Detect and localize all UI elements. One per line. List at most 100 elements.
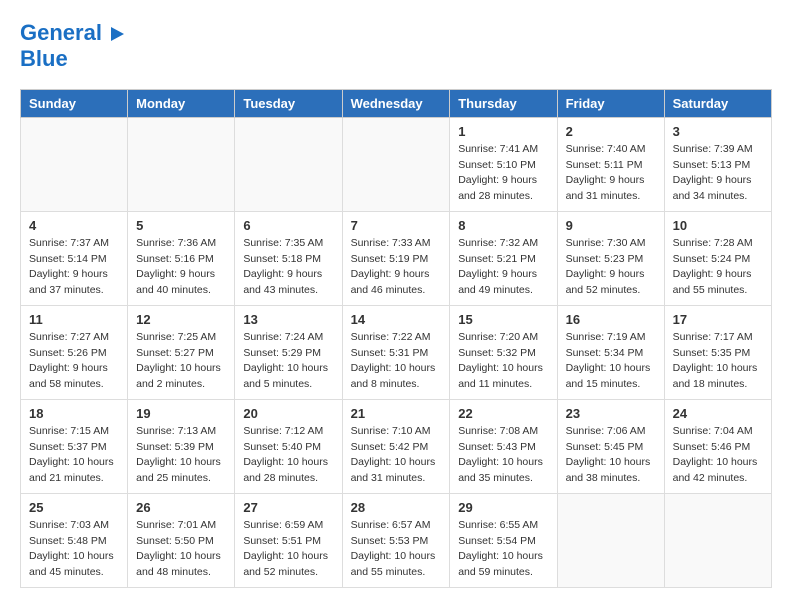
day-cell-29: 29Sunrise: 6:55 AM Sunset: 5:54 PM Dayli…: [450, 493, 557, 587]
day-info: Sunrise: 7:27 AM Sunset: 5:26 PM Dayligh…: [29, 330, 119, 393]
day-number: 17: [673, 312, 763, 327]
logo: General Blue: [20, 20, 124, 73]
calendar-header-row: SundayMondayTuesdayWednesdayThursdayFrid…: [21, 89, 772, 117]
day-info: Sunrise: 7:01 AM Sunset: 5:50 PM Dayligh…: [136, 518, 226, 581]
day-number: 11: [29, 312, 119, 327]
day-info: Sunrise: 7:35 AM Sunset: 5:18 PM Dayligh…: [243, 236, 333, 299]
weekday-header-monday: Monday: [128, 89, 235, 117]
week-row-3: 11 Sunrise: 7:27 AM Sunset: 5:26 PM Dayli…: [21, 305, 772, 399]
day-number: 23: [566, 406, 656, 421]
day-cell-10: 10 Sunrise: 7:28 AM Sunset: 5:24 PM Dayli…: [664, 211, 771, 305]
day-cell-1: 1 Sunrise: 7:41 AM Sunset: 5:10 PM Daylig…: [450, 117, 557, 211]
day-info: Sunrise: 7:25 AM Sunset: 5:27 PM Dayligh…: [136, 330, 226, 393]
weekday-header-wednesday: Wednesday: [342, 89, 450, 117]
day-number: 18: [29, 406, 119, 421]
day-info: Sunrise: 7:08 AM Sunset: 5:43 PM Dayligh…: [458, 424, 548, 487]
week-row-1: 1 Sunrise: 7:41 AM Sunset: 5:10 PM Daylig…: [21, 117, 772, 211]
logo-general: General: [20, 20, 102, 45]
day-cell-15: 15 Sunrise: 7:20 AM Sunset: 5:32 PM Dayli…: [450, 305, 557, 399]
day-cell-4: 4 Sunrise: 7:37 AM Sunset: 5:14 PM Daylig…: [21, 211, 128, 305]
weekday-header-saturday: Saturday: [664, 89, 771, 117]
day-cell-7: 7 Sunrise: 7:33 AM Sunset: 5:19 PM Daylig…: [342, 211, 450, 305]
day-cell-3: 3 Sunrise: 7:39 AM Sunset: 5:13 PM Daylig…: [664, 117, 771, 211]
day-cell-28: 28 Sunrise: 6:57 AM Sunset: 5:53 PM Dayli…: [342, 493, 450, 587]
day-cell-27: 27 Sunrise: 6:59 AM Sunset: 5:51 PM Dayli…: [235, 493, 342, 587]
weekday-header-thursday: Thursday: [450, 89, 557, 117]
day-info: Sunrise: 7:28 AM Sunset: 5:24 PM Dayligh…: [673, 236, 763, 299]
day-cell-8: 8Sunrise: 7:32 AM Sunset: 5:21 PM Daylig…: [450, 211, 557, 305]
day-number: 25: [29, 500, 119, 515]
day-cell-6: 6 Sunrise: 7:35 AM Sunset: 5:18 PM Daylig…: [235, 211, 342, 305]
day-info: Sunrise: 7:36 AM Sunset: 5:16 PM Dayligh…: [136, 236, 226, 299]
day-info: Sunrise: 7:04 AM Sunset: 5:46 PM Dayligh…: [673, 424, 763, 487]
week-row-5: 25 Sunrise: 7:03 AM Sunset: 5:48 PM Dayli…: [21, 493, 772, 587]
page-header: General Blue: [20, 20, 772, 73]
day-number: 1: [458, 124, 548, 139]
day-number: 24: [673, 406, 763, 421]
day-info: Sunrise: 7:20 AM Sunset: 5:32 PM Dayligh…: [458, 330, 548, 393]
day-number: 21: [351, 406, 442, 421]
day-cell-12: 12Sunrise: 7:25 AM Sunset: 5:27 PM Dayli…: [128, 305, 235, 399]
day-info: Sunrise: 6:59 AM Sunset: 5:51 PM Dayligh…: [243, 518, 333, 581]
day-cell-14: 14 Sunrise: 7:22 AM Sunset: 5:31 PM Dayli…: [342, 305, 450, 399]
day-cell-24: 24 Sunrise: 7:04 AM Sunset: 5:46 PM Dayli…: [664, 399, 771, 493]
day-number: 8: [458, 218, 548, 233]
day-info: Sunrise: 7:24 AM Sunset: 5:29 PM Dayligh…: [243, 330, 333, 393]
day-number: 15: [458, 312, 548, 327]
day-info: Sunrise: 7:33 AM Sunset: 5:19 PM Dayligh…: [351, 236, 442, 299]
day-number: 13: [243, 312, 333, 327]
day-info: Sunrise: 7:40 AM Sunset: 5:11 PM Dayligh…: [566, 142, 656, 205]
day-number: 19: [136, 406, 226, 421]
day-cell-2: 2 Sunrise: 7:40 AM Sunset: 5:11 PM Daylig…: [557, 117, 664, 211]
day-number: 28: [351, 500, 442, 515]
day-cell-23: 23Sunrise: 7:06 AM Sunset: 5:45 PM Dayli…: [557, 399, 664, 493]
empty-cell: [664, 493, 771, 587]
day-info: Sunrise: 7:17 AM Sunset: 5:35 PM Dayligh…: [673, 330, 763, 393]
day-cell-21: 21 Sunrise: 7:10 AM Sunset: 5:42 PM Dayli…: [342, 399, 450, 493]
day-number: 4: [29, 218, 119, 233]
weekday-header-tuesday: Tuesday: [235, 89, 342, 117]
day-cell-9: 9 Sunrise: 7:30 AM Sunset: 5:23 PM Daylig…: [557, 211, 664, 305]
day-info: Sunrise: 7:10 AM Sunset: 5:42 PM Dayligh…: [351, 424, 442, 487]
day-cell-17: 17 Sunrise: 7:17 AM Sunset: 5:35 PM Dayli…: [664, 305, 771, 399]
empty-cell: [21, 117, 128, 211]
day-number: 22: [458, 406, 548, 421]
day-number: 7: [351, 218, 442, 233]
day-info: Sunrise: 7:39 AM Sunset: 5:13 PM Dayligh…: [673, 142, 763, 205]
empty-cell: [557, 493, 664, 587]
day-info: Sunrise: 7:19 AM Sunset: 5:34 PM Dayligh…: [566, 330, 656, 393]
day-cell-22: 22 Sunrise: 7:08 AM Sunset: 5:43 PM Dayli…: [450, 399, 557, 493]
logo-blue: Blue: [20, 46, 124, 72]
day-cell-18: 18 Sunrise: 7:15 AM Sunset: 5:37 PM Dayli…: [21, 399, 128, 493]
day-number: 26: [136, 500, 226, 515]
day-info: Sunrise: 7:03 AM Sunset: 5:48 PM Dayligh…: [29, 518, 119, 581]
day-info: Sunrise: 7:30 AM Sunset: 5:23 PM Dayligh…: [566, 236, 656, 299]
day-info: Sunrise: 7:12 AM Sunset: 5:40 PM Dayligh…: [243, 424, 333, 487]
day-cell-13: 13 Sunrise: 7:24 AM Sunset: 5:29 PM Dayli…: [235, 305, 342, 399]
day-cell-16: 16 Sunrise: 7:19 AM Sunset: 5:34 PM Dayli…: [557, 305, 664, 399]
empty-cell: [128, 117, 235, 211]
day-info: Sunrise: 7:13 AM Sunset: 5:39 PM Dayligh…: [136, 424, 226, 487]
day-cell-25: 25 Sunrise: 7:03 AM Sunset: 5:48 PM Dayli…: [21, 493, 128, 587]
day-info: Sunrise: 6:57 AM Sunset: 5:53 PM Dayligh…: [351, 518, 442, 581]
day-number: 27: [243, 500, 333, 515]
day-number: 16: [566, 312, 656, 327]
day-number: 9: [566, 218, 656, 233]
empty-cell: [235, 117, 342, 211]
day-number: 6: [243, 218, 333, 233]
day-info: Sunrise: 7:22 AM Sunset: 5:31 PM Dayligh…: [351, 330, 442, 393]
weekday-header-sunday: Sunday: [21, 89, 128, 117]
day-info: Sunrise: 7:37 AM Sunset: 5:14 PM Dayligh…: [29, 236, 119, 299]
day-cell-11: 11 Sunrise: 7:27 AM Sunset: 5:26 PM Dayli…: [21, 305, 128, 399]
day-number: 20: [243, 406, 333, 421]
day-number: 29: [458, 500, 548, 515]
day-info: Sunrise: 7:41 AM Sunset: 5:10 PM Dayligh…: [458, 142, 548, 205]
day-number: 3: [673, 124, 763, 139]
day-number: 14: [351, 312, 442, 327]
day-cell-20: 20 Sunrise: 7:12 AM Sunset: 5:40 PM Dayli…: [235, 399, 342, 493]
day-number: 2: [566, 124, 656, 139]
day-info: Sunrise: 7:15 AM Sunset: 5:37 PM Dayligh…: [29, 424, 119, 487]
day-number: 10: [673, 218, 763, 233]
day-cell-5: 5Sunrise: 7:36 AM Sunset: 5:16 PM Daylig…: [128, 211, 235, 305]
calendar-table: SundayMondayTuesdayWednesdayThursdayFrid…: [20, 89, 772, 588]
